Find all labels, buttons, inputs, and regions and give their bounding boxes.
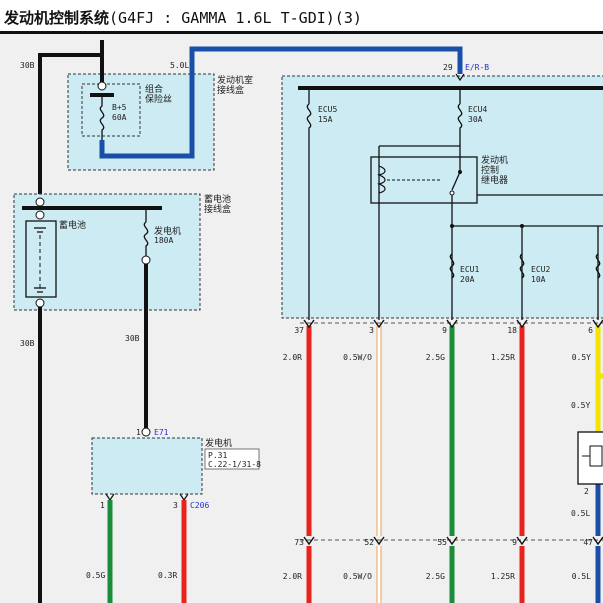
wire-label-yellow-lower: 0.5Y [571,401,590,410]
generator-pin-1-chevron [105,493,115,502]
wire-label-b-0: 2.0R [283,572,302,581]
pin-mid-2: 55 [437,538,447,547]
generator-pin-top: 1 [136,428,141,437]
battery-terminal-plus [35,210,45,220]
wire-label-b-3: 1.25R [491,572,515,581]
output-wires: 37 2.0R 73 2.0R 3 0.5W/O 52 0.5W/O 9 2.5G 55 2.5G 18… [283,319,603,603]
combo-fuse-title-1: 组合 [145,83,163,95]
wire-label-30b-alt: 30B [125,334,140,343]
wire-label-b-4: 0.5L [572,572,591,581]
relay-label-1: 发动机 [481,154,508,166]
pin-top-1: 3 [369,326,374,335]
fuse-b5-name: B+5 [112,103,127,112]
generator-connector-bottom: C206 [190,501,209,510]
wire-label-generator-green: 0.5G [86,571,105,580]
ecu5-name: ECU5 [318,105,337,114]
right-component-pin: 2 [584,487,589,496]
pin-top-0: 37 [294,326,304,335]
wire-label-30b-top: 30B [20,61,35,70]
ecu1-name: ECU1 [460,265,479,274]
wiring-diagram: 发动机室 接线盒 组合 保险丝 B+5 60A 30B 5.0L 蓄电池 接线盒… [13,40,603,603]
wire-label-a-4: 0.5Y [572,353,591,362]
engine-room-box-title-1: 发动机室 [217,74,253,86]
generator-pin-b3: 3 [173,501,178,510]
pin-mid-0: 73 [294,538,304,547]
ecu4-rating: 30A [468,115,483,124]
pcb-top-pin: 29 [443,63,453,72]
wire-label-generator-red: 0.3R [158,571,177,580]
engine-room-box-title-2: 接线盒 [217,84,244,96]
generator-ref-1: P.31 [208,451,227,460]
wire-label-b-1: 0.5W/O [343,572,372,581]
generator-connector-top: E71 [154,428,169,437]
pin-top-4: 6 [588,326,593,335]
wire-label-blue-upper: 0.5L [571,509,590,518]
relay-output-node-1 [450,224,454,228]
pin-top-3: 18 [507,326,517,335]
generator-pin-3-chevron [179,493,189,502]
relay-switch-contact [449,190,455,196]
generator-pin-b1: 1 [100,501,105,510]
pin-mid-3: 9 [512,538,517,547]
generator-box [91,437,203,495]
wire-label-blue-5l: 5.0L [170,61,189,70]
pin-mid-1: 52 [364,538,374,547]
ecu2-rating: 10A [531,275,546,284]
battery-box-terminal-top [35,197,45,207]
fuse-b5-terminal-top [97,81,107,91]
battery-label: 蓄电池 [59,219,86,231]
combo-fuse-title-2: 保险丝 [145,93,172,105]
ecu2-name: ECU2 [531,265,550,274]
relay-label-3: 继电器 [481,174,508,186]
wire-label-b-2: 2.5G [426,572,445,581]
wire-label-a-3: 1.25R [491,353,515,362]
wire-label-a-0: 2.0R [283,353,302,362]
alt-fuse-terminal [141,255,151,265]
battery-terminal-bottom [35,298,45,308]
battery-box-title-2: 接线盒 [204,203,231,215]
wire-label-30b-bottom: 30B [20,339,35,348]
pcb-top-connector: E/R-B [465,63,489,72]
alt-fuse-rating: 180A [154,236,173,245]
generator-name: 发电机 [205,437,232,449]
generator-ref-2: C.22-1/31-8 [208,460,261,469]
wire-label-a-1: 0.5W/O [343,353,372,362]
fuse-b5-rating: 60A [112,113,127,122]
pin-mid-4: 47 [583,538,593,547]
relay-label-2: 控制 [481,164,499,176]
pin-top-2: 9 [442,326,447,335]
battery-box-title-1: 蓄电池 [204,193,231,205]
ecu1-rating: 20A [460,275,475,284]
wire-label-a-2: 2.5G [426,353,445,362]
ecu4-name: ECU4 [468,105,487,114]
ecu5-rating: 15A [318,115,333,124]
generator-terminal-top [141,427,151,437]
